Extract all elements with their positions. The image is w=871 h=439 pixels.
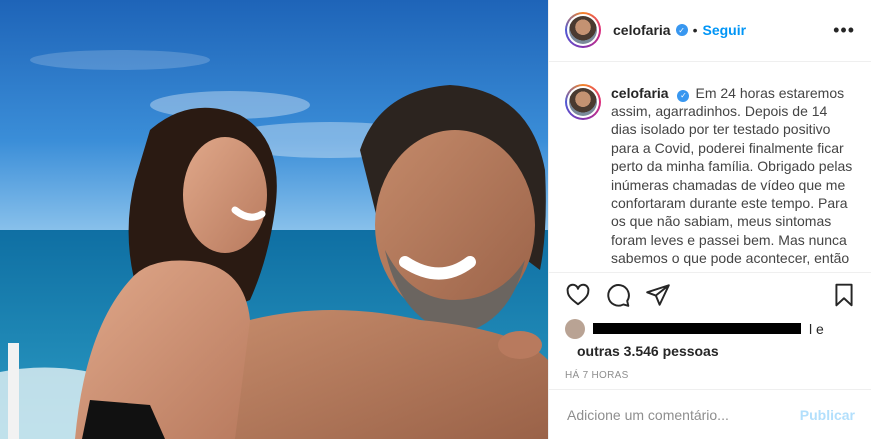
post-timestamp[interactable]: HÁ 7 HORAS [549,362,871,390]
likes-row: l e [549,318,871,340]
comment-input[interactable] [565,405,800,424]
action-bar [549,272,871,318]
caption-text: celofaria ✓ Em 24 horas estaremos assim, … [611,84,855,268]
follow-button[interactable]: Seguir [703,22,747,38]
likes-others-link[interactable]: outras 3.546 pessoas [577,343,719,359]
liker-avatar[interactable] [565,318,585,339]
username-link[interactable]: celofaria [613,22,671,38]
post-side-panel: celofaria ✓ • Seguir ••• celofaria ✓ Em 2… [548,0,871,439]
publish-button[interactable]: Publicar [800,407,855,423]
caption-avatar[interactable] [565,83,601,120]
likes-tail-text: l e [809,320,824,337]
avatar-image [569,16,597,45]
more-options-icon[interactable]: ••• [833,21,855,39]
verified-icon: ✓ [675,24,688,37]
avatar[interactable] [565,12,601,49]
caption-verified-icon: ✓ [677,89,690,102]
post-header: celofaria ✓ • Seguir ••• [549,0,871,62]
paper-plane-icon[interactable] [645,282,671,308]
caption-avatar-image [569,87,597,116]
bookmark-icon[interactable] [831,282,857,308]
caption-area: celofaria ✓ Em 24 horas estaremos assim, … [549,62,871,273]
comment-box: Publicar [549,389,871,439]
likes-count-row: outras 3.546 pessoas [549,340,871,362]
heart-icon[interactable] [565,282,591,308]
separator-dot: • [692,22,698,39]
post-photo[interactable] [0,0,548,439]
photo-illustration [0,0,548,439]
caption-body: Em 24 horas estaremos assim, agarradinho… [611,84,853,267]
redacted-name-bar [593,323,801,335]
caption-username[interactable]: celofaria [611,85,669,101]
comment-bubble-icon[interactable] [605,282,631,308]
instagram-post: celofaria ✓ • Seguir ••• celofaria ✓ Em 2… [0,0,871,439]
